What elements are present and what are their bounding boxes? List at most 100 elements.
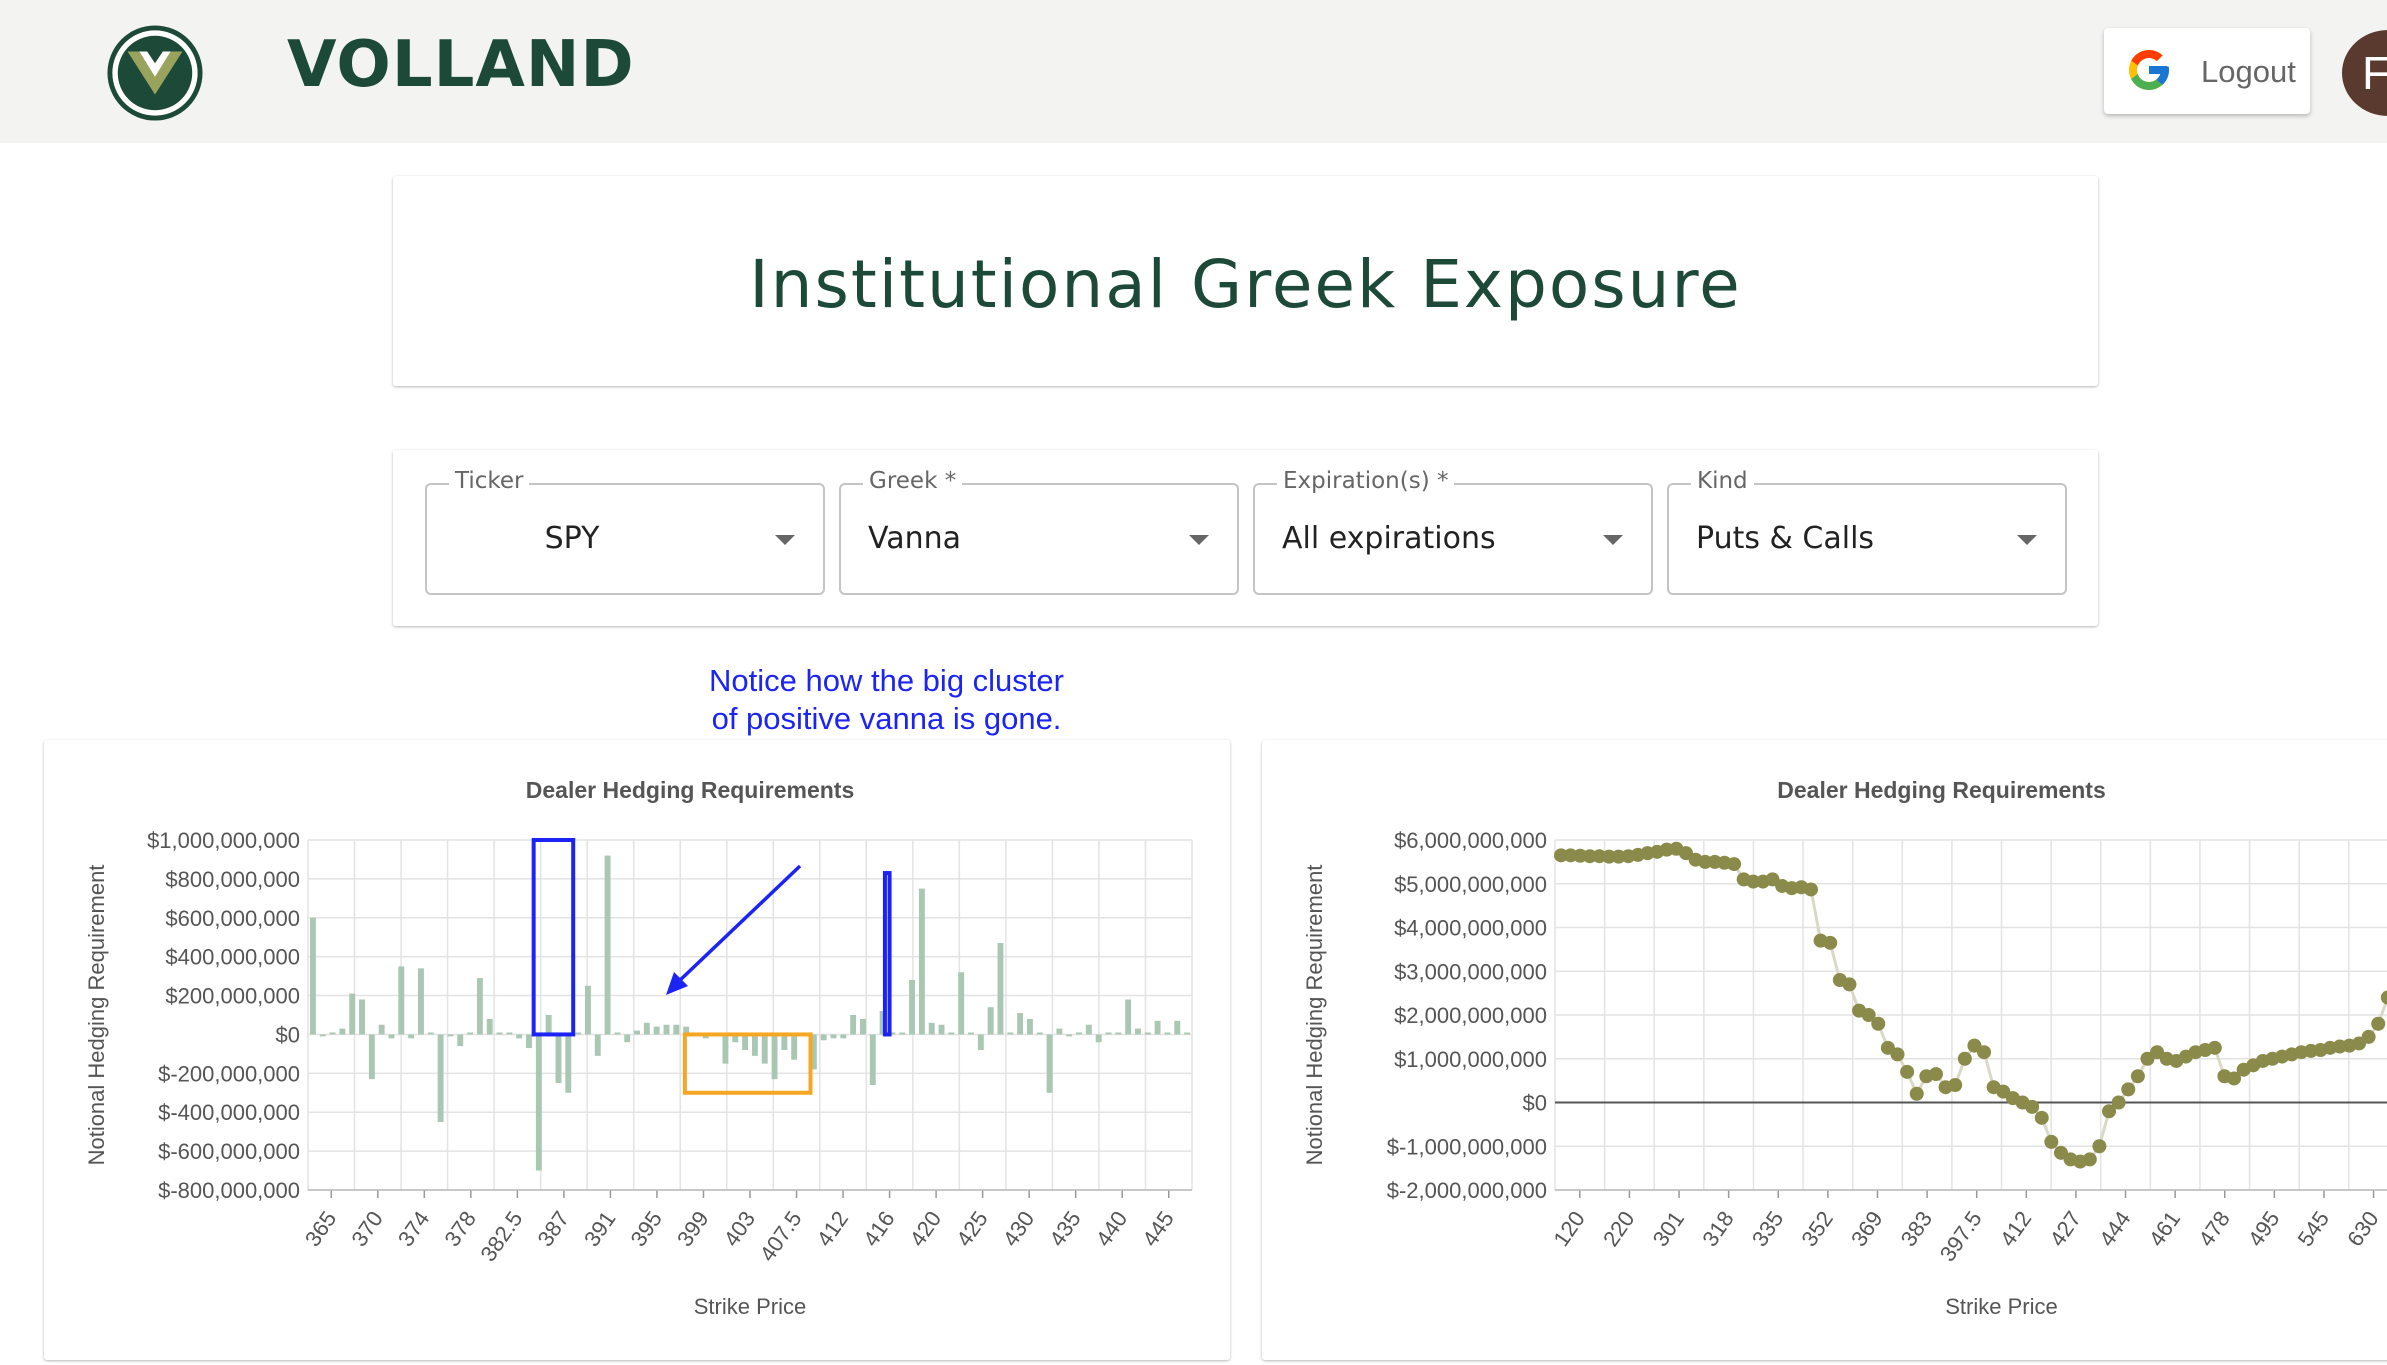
bar <box>1115 1032 1122 1035</box>
bar <box>368 1034 375 1080</box>
avatar[interactable]: F <box>2342 30 2387 116</box>
bar <box>1135 1028 1141 1035</box>
chevron-down-icon[interactable] <box>1189 535 1209 545</box>
x-axis-label: Strike Price <box>1945 1294 2057 1319</box>
chevron-down-icon[interactable] <box>1603 535 1623 545</box>
ticker-label: Ticker <box>449 468 530 494</box>
bar <box>850 1015 857 1035</box>
bar <box>899 1032 906 1035</box>
bar <box>584 985 591 1035</box>
expiration-select[interactable]: Expiration(s) * All expirations <box>1253 468 1653 595</box>
ticker-value: SPY <box>544 521 600 556</box>
bar <box>1105 1032 1112 1035</box>
x-tick-label: 383 <box>1896 1207 1938 1251</box>
y-tick-label: $600,000,000 <box>165 906 300 931</box>
bar <box>339 1028 346 1035</box>
data-point <box>2111 1095 2126 1110</box>
x-tick-label: 387 <box>532 1207 574 1251</box>
y-tick-label: $-200,000,000 <box>158 1061 300 1086</box>
annotation-line-2: of positive vanna is gone. <box>711 701 1062 736</box>
bar <box>987 1007 994 1035</box>
x-tick-label: 435 <box>1044 1207 1086 1251</box>
bar <box>408 1034 415 1039</box>
y-axis-label: Notional Hedging Requirement <box>84 865 109 1166</box>
y-tick-label: $1,000,000,000 <box>1394 1047 1547 1072</box>
x-tick-label: 495 <box>2243 1207 2285 1251</box>
x-tick-label: 370 <box>346 1207 388 1251</box>
bar <box>909 980 916 1035</box>
bar <box>1036 1032 1043 1035</box>
y-tick-label: $2,000,000,000 <box>1394 1003 1547 1028</box>
y-axis-label: Notional Hedging Requirement <box>1302 865 1327 1166</box>
chart-panel-left: Dealer Hedging Requirements Notional Hedg… <box>44 740 1230 1360</box>
bar <box>1007 1032 1014 1035</box>
x-tick-label: 461 <box>2144 1207 2186 1251</box>
bar <box>516 1034 523 1039</box>
bar <box>918 888 925 1035</box>
data-point <box>2371 1016 2386 1031</box>
y-tick-label: $4,000,000,000 <box>1394 916 1547 941</box>
logout-button[interactable]: Logout <box>2104 28 2310 114</box>
bar <box>1174 1020 1181 1035</box>
x-tick-label: 420 <box>905 1207 947 1251</box>
bar <box>761 1034 768 1064</box>
greek-select[interactable]: Greek * Vanna <box>839 468 1239 595</box>
data-point <box>1900 1064 1915 1079</box>
greek-value: Vanna <box>868 521 961 556</box>
bar <box>1164 1032 1171 1035</box>
bar <box>869 1034 876 1085</box>
bar <box>535 1034 542 1171</box>
chart-panel-right: Dealer Hedging Requirements Notional Hedg… <box>1262 740 2387 1360</box>
bar <box>545 1015 552 1035</box>
series-line <box>1561 847 2387 1164</box>
highlight-box <box>882 871 892 1037</box>
y-tick-label: $-600,000,000 <box>158 1139 300 1164</box>
chevron-down-icon[interactable] <box>2017 535 2037 545</box>
x-tick-label: 412 <box>812 1207 854 1251</box>
vanna-scatter-chart: Dealer Hedging Requirements Notional Hedg… <box>1302 777 2387 1319</box>
annotation-arrow <box>674 864 802 986</box>
expiration-value: All expirations <box>1282 521 1496 556</box>
x-tick-label: 630 <box>2342 1207 2384 1251</box>
y-tick-label: $-800,000,000 <box>158 1178 300 1203</box>
bar <box>1056 1028 1063 1035</box>
data-point <box>1957 1051 1972 1066</box>
bar <box>663 1024 670 1035</box>
x-tick-label: 430 <box>998 1207 1040 1251</box>
bar <box>820 1034 827 1041</box>
bar <box>309 917 316 1035</box>
bar <box>1085 1024 1092 1035</box>
data-point <box>2207 1040 2222 1055</box>
volland-logo[interactable] <box>106 24 204 122</box>
y-tick-label: $6,000,000,000 <box>1394 828 1547 853</box>
x-tick-label: 444 <box>2094 1207 2136 1251</box>
bar <box>594 1034 601 1056</box>
bar <box>1154 1020 1161 1035</box>
kind-label: Kind <box>1691 468 1754 494</box>
bar <box>781 1034 788 1050</box>
bar <box>506 1032 513 1035</box>
x-tick-label: 440 <box>1091 1207 1133 1251</box>
bar <box>1184 1032 1191 1035</box>
top-bar: VOLLAND Logout F <box>0 0 2387 143</box>
x-tick-label: 382.5 <box>475 1207 527 1266</box>
bar <box>1066 1034 1073 1037</box>
bar <box>427 1032 434 1035</box>
bar <box>526 1034 532 1049</box>
data-point <box>2361 1029 2376 1044</box>
y-tick-label: $1,000,000,000 <box>147 828 300 853</box>
bar <box>1026 1018 1033 1035</box>
highlight-box <box>531 838 576 1037</box>
data-point <box>1948 1078 1963 1092</box>
kind-select[interactable]: Kind Puts & Calls <box>1667 468 2067 595</box>
y-tick-label: $-400,000,000 <box>158 1100 300 1125</box>
data-point <box>1842 977 1857 992</box>
title-card: Institutional Greek Exposure <box>393 176 2098 386</box>
bar <box>418 968 424 1035</box>
chevron-down-icon[interactable] <box>775 535 795 545</box>
bar <box>1046 1034 1053 1093</box>
y-tick-label: $400,000,000 <box>165 945 300 970</box>
ticker-select[interactable]: Ticker SPY <box>425 468 825 595</box>
google-icon <box>2129 50 2169 90</box>
bar <box>751 1034 758 1056</box>
